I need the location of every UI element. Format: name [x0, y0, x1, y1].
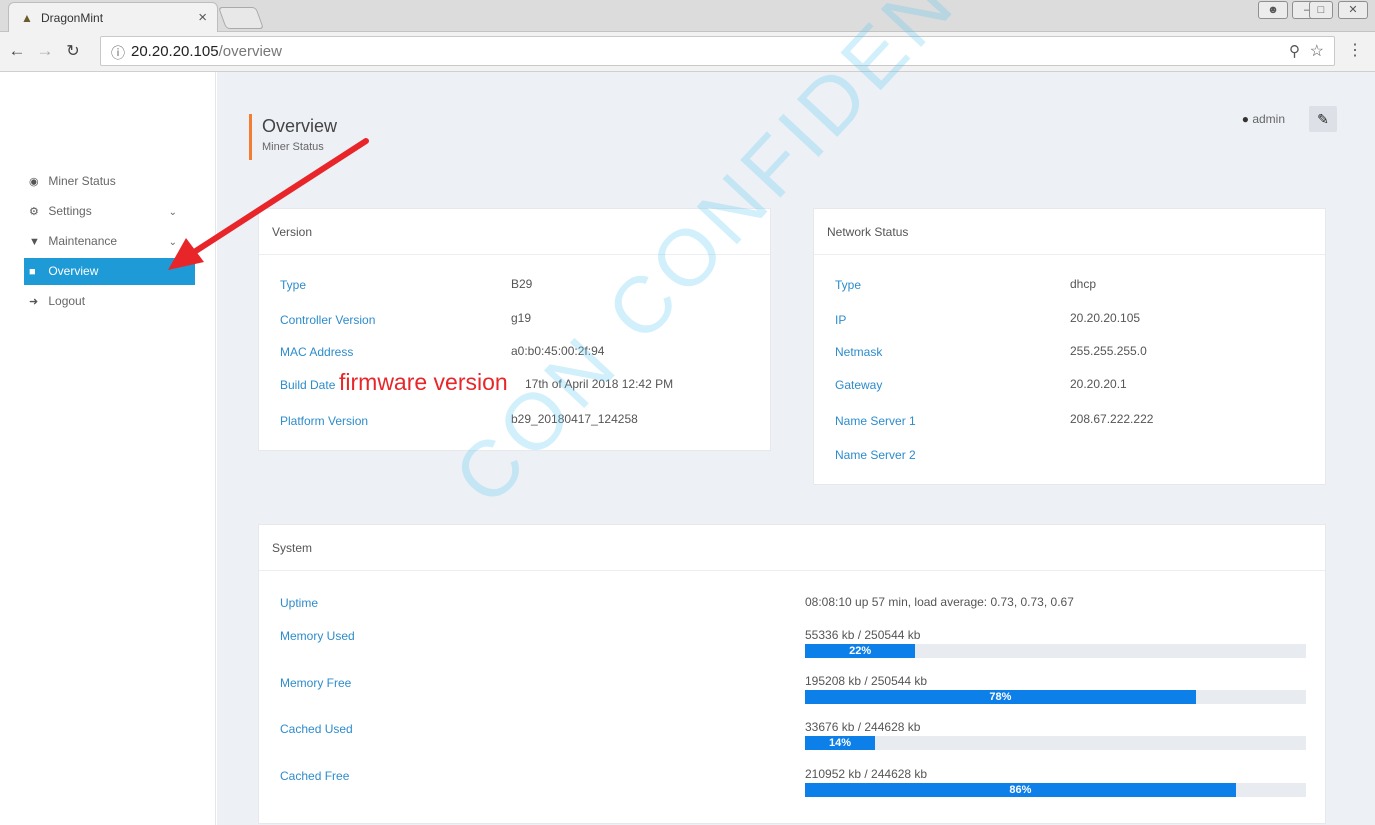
bookmark-star-icon[interactable]: ☆	[1310, 41, 1324, 61]
sidebar-item-label: Miner Status	[48, 174, 116, 188]
address-bar: ← → ↻ ⓘ 20.20.20.105/overview ⚲ ☆ ⋮	[0, 32, 1375, 72]
memory-used-label: Memory Used	[280, 629, 355, 643]
memory-free-label: Memory Free	[280, 676, 352, 690]
user-icon: ●	[1241, 112, 1249, 126]
new-tab-button[interactable]	[217, 7, 265, 29]
name-server-1-value: 208.67.222.222	[1070, 412, 1154, 426]
sidebar-item-logout[interactable]: ➜ Logout	[24, 288, 195, 315]
user-menu[interactable]: ● admin	[1242, 112, 1285, 126]
memory-used-progress: 22%	[805, 644, 1306, 658]
progress-fill: 86%	[805, 783, 1236, 797]
sidebar-item-maintenance[interactable]: ▼ Maintenance ⌄	[24, 228, 195, 255]
card-title: Network Status	[814, 209, 1325, 255]
mac-address-label: MAC Address	[280, 345, 354, 359]
browser-menu-icon[interactable]: ⋮	[1347, 40, 1363, 60]
dashboard-icon: ◉	[29, 176, 39, 188]
back-icon[interactable]: ←	[6, 41, 28, 61]
build-date-value: 17th of April 2018 12:42 PM	[525, 377, 674, 391]
cached-free-label: Cached Free	[280, 769, 350, 783]
card-title: System	[259, 525, 1325, 571]
progress-fill: 22%	[805, 644, 916, 658]
url-path: /overview	[218, 43, 282, 60]
main-content: Overview Miner Status ● admin ✎ Version …	[217, 72, 1375, 825]
zoom-icon[interactable]: ⚲	[1289, 42, 1300, 60]
close-window-icon[interactable]: ✕	[1338, 1, 1368, 19]
network-type-label: Type	[835, 278, 862, 292]
sign-out-icon: ➜	[29, 296, 39, 308]
sidebar-item-overview[interactable]: ■ Overview	[24, 258, 195, 285]
version-type-label: Type	[280, 278, 307, 292]
progress-fill: 14%	[805, 736, 876, 750]
page-header: Overview Miner Status	[249, 114, 337, 160]
tab-close-icon[interactable]: ×	[198, 9, 207, 26]
system-card: System Uptime 08:08:10 up 57 min, load a…	[258, 524, 1326, 824]
ip-value: 20.20.20.105	[1070, 311, 1141, 325]
controller-version-value: g19	[511, 311, 532, 325]
mac-address-value: a0:b0:45:00:2f:94	[511, 344, 605, 358]
firmware-version-annotation: firmware version	[339, 369, 508, 395]
tab-title: DragonMint	[41, 11, 104, 25]
chevron-down-icon: ⌄	[168, 207, 177, 218]
sidebar-item-settings[interactable]: ⚙ Settings ⌄	[24, 198, 195, 225]
chip-icon: ■	[29, 266, 36, 278]
netmask-label: Netmask	[835, 345, 883, 359]
cogs-icon: ⚙	[29, 206, 39, 218]
version-card: Version Type B29 Controller Version g19 …	[258, 208, 771, 451]
sidebar-item-label: Settings	[48, 204, 92, 218]
page-title: Overview	[262, 116, 338, 136]
cached-free-progress: 86%	[805, 783, 1306, 797]
browser-tab-bar: ▲ DragonMint × ☻ – □ ✕	[0, 0, 1375, 32]
uptime-value: 08:08:10 up 57 min, load average: 0.73, …	[805, 595, 1074, 609]
sidebar: ◉ Miner Status ⚙ Settings ⌄ ▼ Maintenanc…	[0, 72, 216, 825]
name-server-2-label: Name Server 2	[835, 448, 916, 462]
card-title: Version	[259, 209, 770, 255]
cached-used-value: 33676 kb / 244628 kb	[805, 720, 921, 734]
memory-free-progress: 78%	[805, 690, 1306, 704]
ip-label: IP	[835, 313, 847, 327]
cached-used-label: Cached Used	[280, 722, 353, 736]
platform-version-value: b29_20180417_124258	[511, 412, 638, 426]
netmask-value: 255.255.255.0	[1070, 344, 1147, 358]
forward-icon[interactable]: →	[34, 41, 56, 61]
chevron-down-icon: ⌄	[168, 237, 177, 248]
profile-icon[interactable]: ☻	[1258, 1, 1288, 19]
progress-fill: 78%	[805, 690, 1196, 704]
plug-icon: ▼	[29, 236, 40, 248]
url-text: 20.20.20.105/overview	[131, 43, 282, 60]
browser-tab[interactable]: ▲ DragonMint ×	[8, 2, 218, 32]
theme-brush-button[interactable]: ✎	[1309, 106, 1337, 132]
name-server-1-label: Name Server 1	[835, 414, 916, 428]
uptime-label: Uptime	[280, 596, 319, 610]
username: admin	[1252, 112, 1285, 126]
memory-used-value: 55336 kb / 250544 kb	[805, 628, 921, 642]
platform-version-label: Platform Version	[280, 414, 369, 428]
build-date-label: Build Date	[280, 378, 336, 392]
memory-free-value: 195208 kb / 250544 kb	[805, 674, 928, 688]
controller-version-label: Controller Version	[280, 313, 376, 327]
page-subtitle: Miner Status	[262, 141, 324, 153]
sidebar-item-miner-status[interactable]: ◉ Miner Status	[24, 168, 195, 195]
url-input[interactable]: ⓘ 20.20.20.105/overview ⚲ ☆	[100, 36, 1335, 66]
dragonmint-favicon-icon: ▲	[21, 11, 33, 25]
sidebar-item-label: Logout	[48, 294, 86, 308]
url-host: 20.20.20.105	[131, 43, 219, 60]
cached-used-progress: 14%	[805, 736, 1306, 750]
site-info-icon[interactable]: ⓘ	[111, 43, 125, 63]
network-type-value: dhcp	[1070, 277, 1097, 291]
sidebar-item-label: Overview	[48, 264, 99, 278]
maximize-icon[interactable]: □	[1309, 1, 1333, 19]
version-type-value: B29	[511, 277, 533, 291]
gateway-label: Gateway	[835, 378, 883, 392]
reload-icon[interactable]: ↻	[62, 41, 84, 61]
gateway-value: 20.20.20.1	[1070, 377, 1127, 391]
network-status-card: Network Status Type dhcp IP 20.20.20.105…	[813, 208, 1326, 485]
brush-icon: ✎	[1317, 111, 1329, 127]
cached-free-value: 210952 kb / 244628 kb	[805, 767, 928, 781]
sidebar-item-label: Maintenance	[48, 234, 118, 248]
